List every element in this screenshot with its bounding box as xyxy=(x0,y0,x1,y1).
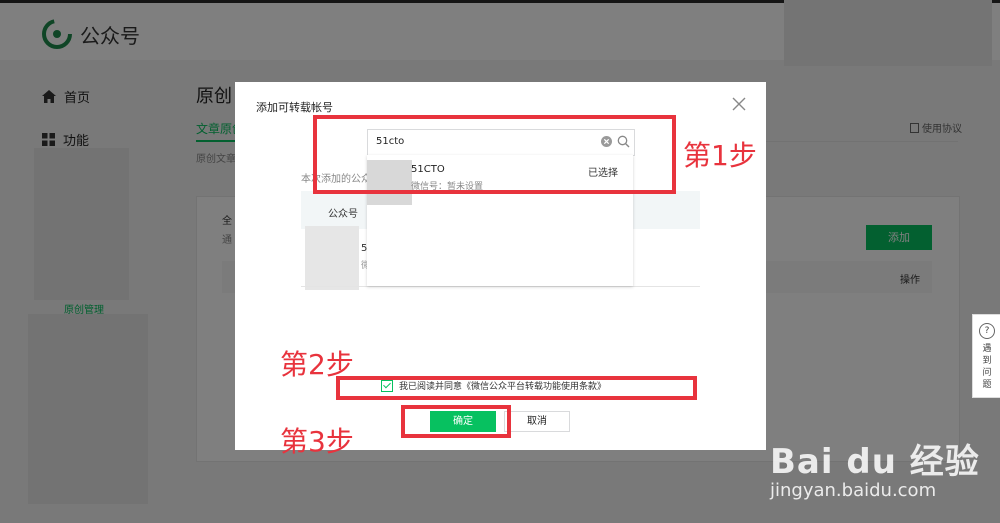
dialog-title: 添加可转载帐号 xyxy=(256,101,333,114)
step1-highlight-box xyxy=(313,115,676,194)
close-icon[interactable] xyxy=(731,96,747,112)
step3-label: 第3步 xyxy=(280,425,354,458)
cancel-button[interactable]: 取消 xyxy=(504,411,570,432)
table-divider xyxy=(301,286,700,287)
step3-highlight-box xyxy=(401,405,511,438)
step2-label: 第2步 xyxy=(280,348,354,381)
baidu-jingyan-watermark: Bai du 经验 xyxy=(770,442,980,482)
step1-label: 第1步 xyxy=(683,139,757,172)
watermark-url: jingyan.baidu.com xyxy=(770,480,937,501)
help-widget[interactable]: ? 遇到问题 xyxy=(972,314,1000,398)
official-account-column-header: 公众号 xyxy=(328,209,358,220)
avatar xyxy=(305,226,359,290)
help-widget-label: 遇到问题 xyxy=(982,344,992,390)
question-icon: ? xyxy=(979,323,995,339)
step2-highlight-box xyxy=(336,376,697,400)
